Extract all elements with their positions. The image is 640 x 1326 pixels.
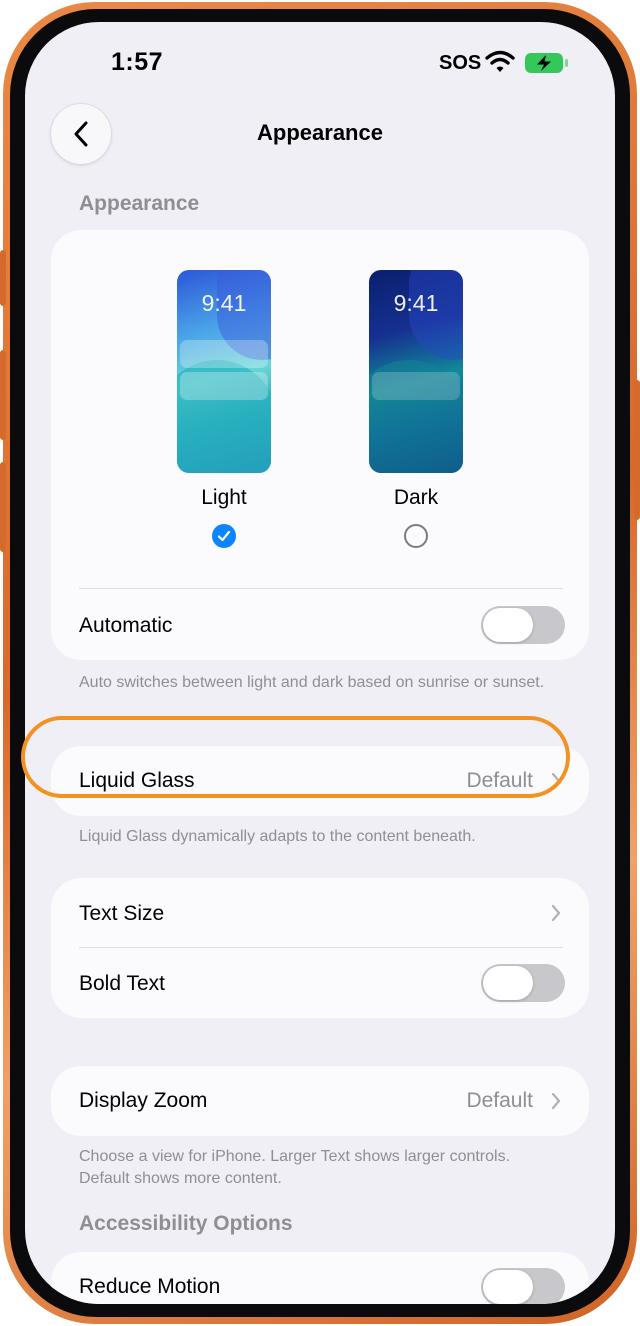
bold-text-toggle[interactable] bbox=[481, 964, 565, 1002]
display-zoom-value: Default bbox=[466, 1089, 533, 1112]
page-title: Appearance bbox=[257, 120, 383, 145]
action-button bbox=[0, 250, 6, 306]
divider bbox=[79, 947, 563, 948]
text-size-label: Text Size bbox=[79, 902, 165, 925]
side-button bbox=[634, 380, 640, 520]
appearance-card: 9:41 Light 9:41 Dark Automatic bbox=[51, 230, 589, 660]
chevron-right-icon bbox=[551, 904, 561, 922]
battery-charging-icon bbox=[525, 53, 568, 73]
text-size-row[interactable]: Text Size bbox=[51, 878, 589, 948]
preview-widget bbox=[180, 372, 268, 400]
light-preview-clock: 9:41 bbox=[201, 290, 247, 316]
toggle-knob bbox=[483, 1270, 533, 1304]
liquid-glass-value: Default bbox=[466, 769, 533, 792]
screen: 1:57 SOS Appearance Appearance 9:41 Ligh… bbox=[25, 22, 615, 1304]
chevron-right-icon bbox=[551, 1092, 561, 1110]
light-label: Light bbox=[201, 486, 247, 509]
reduce-motion-label: Reduce Motion bbox=[79, 1275, 221, 1298]
status-sos: SOS bbox=[439, 52, 482, 74]
liquid-glass-label: Liquid Glass bbox=[79, 769, 195, 792]
dark-radio-unselected[interactable] bbox=[404, 524, 428, 548]
status-time: 1:57 bbox=[111, 48, 164, 76]
bold-text-label: Bold Text bbox=[79, 972, 165, 995]
dark-preview-clock: 9:41 bbox=[393, 290, 439, 316]
light-mode-preview[interactable]: 9:41 bbox=[177, 270, 271, 473]
volume-up-button bbox=[0, 350, 6, 440]
chevron-right-icon bbox=[551, 772, 561, 790]
volume-down-button bbox=[0, 462, 6, 552]
checkmark-icon bbox=[217, 530, 231, 542]
text-settings-card: Text Size Bold Text bbox=[51, 878, 589, 1018]
preview-widget bbox=[180, 340, 268, 368]
light-radio-selected[interactable] bbox=[212, 524, 236, 548]
automatic-toggle[interactable] bbox=[481, 606, 565, 644]
wifi-icon bbox=[485, 50, 515, 72]
divider bbox=[79, 588, 563, 589]
section-header-accessibility: Accessibility Options bbox=[79, 1212, 293, 1235]
liquid-glass-footnote: Liquid Glass dynamically adapts to the c… bbox=[79, 828, 476, 845]
display-zoom-label: Display Zoom bbox=[79, 1089, 208, 1112]
preview-widget bbox=[372, 372, 460, 400]
display-zoom-footnote: Choose a view for iPhone. Larger Text sh… bbox=[79, 1148, 511, 1187]
liquid-glass-row[interactable]: Liquid Glass Default bbox=[51, 746, 589, 816]
toggle-knob bbox=[483, 608, 533, 642]
display-zoom-row[interactable]: Display Zoom Default bbox=[51, 1066, 589, 1136]
toggle-knob bbox=[483, 966, 533, 1000]
automatic-label: Automatic bbox=[79, 614, 173, 637]
reduce-motion-row: Reduce Motion bbox=[51, 1252, 589, 1304]
dark-label: Dark bbox=[393, 486, 439, 509]
reduce-motion-toggle[interactable] bbox=[481, 1268, 565, 1304]
section-header-appearance: Appearance bbox=[79, 192, 200, 215]
appearance-footnote: Auto switches between light and dark bas… bbox=[79, 674, 545, 691]
dark-mode-preview[interactable]: 9:41 bbox=[369, 270, 463, 473]
